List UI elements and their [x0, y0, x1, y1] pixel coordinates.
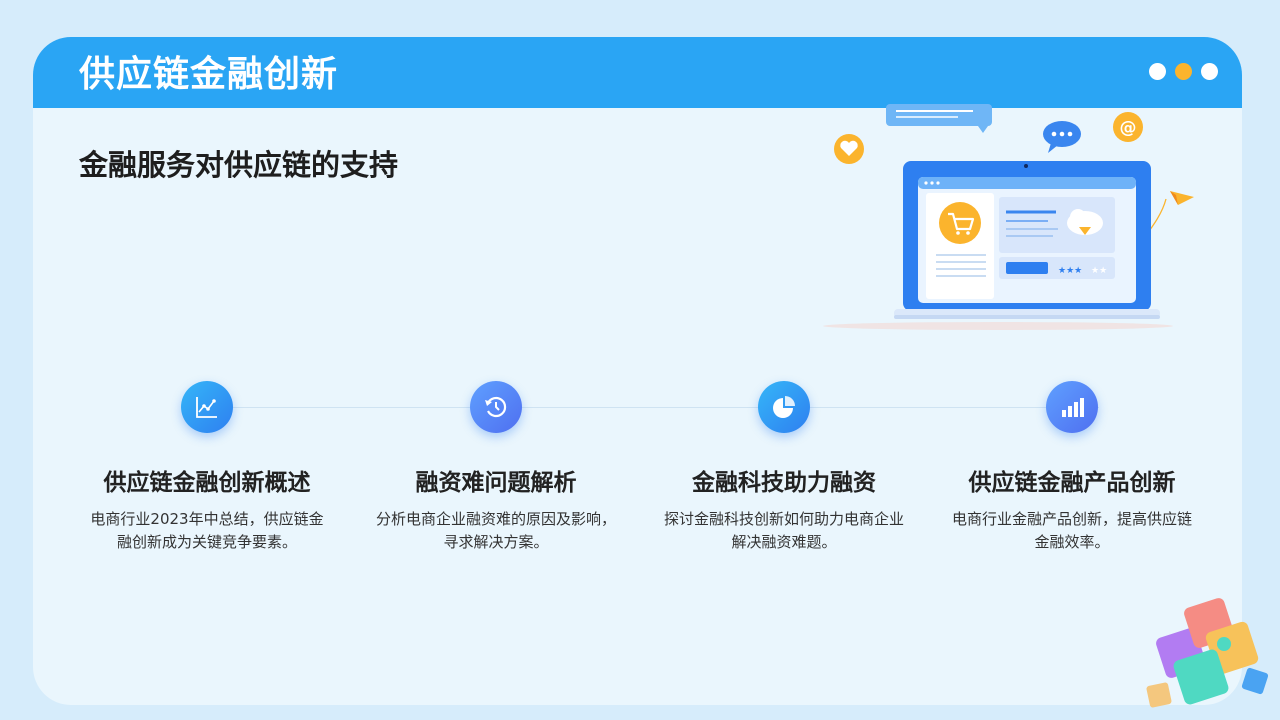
step-description: 分析电商企业融资难的原因及影响，寻求解决方案。 — [375, 509, 616, 551]
slide-card: 供应链金融创新 金融服务对供应链的支持 @ ★★★ ★★ 供应链金融创新概述 电… — [33, 37, 1242, 705]
dot-white-left — [1149, 63, 1166, 80]
history-icon — [470, 381, 522, 433]
step-description: 探讨金融科技创新如何助力电商企业解决融资难题。 — [663, 509, 904, 551]
header-bar: 供应链金融创新 — [33, 37, 1242, 108]
step-title: 供应链金融创新概述 — [103, 470, 311, 496]
section-subtitle: 金融服务对供应链的支持 — [79, 148, 399, 182]
chat-bubble-icon — [886, 104, 992, 133]
step-financing-problems: 融资难问题解析 分析电商企业融资难的原因及影响，寻求解决方案。 — [366, 381, 626, 554]
at-badge-icon: @ — [1113, 112, 1143, 142]
dot-white-right — [1201, 63, 1218, 80]
cart-icon — [939, 202, 981, 244]
step-title: 金融科技助力融资 — [692, 470, 876, 496]
step-product-innovation: 供应链金融产品创新 电商行业金融产品创新，提高供应链金融效率。 — [942, 381, 1202, 554]
heart-icon — [834, 134, 864, 164]
dot-orange — [1175, 63, 1192, 80]
svg-text:@: @ — [1120, 118, 1137, 138]
step-description: 电商行业2023年中总结，供应链金融创新成为关键竞争要素。 — [90, 509, 324, 551]
laptop-illustration: @ ★★★ ★★ — [823, 104, 1194, 330]
puzzle-cube-illustration — [1146, 598, 1269, 708]
step-title: 融资难问题解析 — [415, 470, 577, 496]
line-chart-icon — [181, 381, 233, 433]
step-description: 电商行业金融产品创新，提高供应链金融效率。 — [951, 509, 1192, 551]
pie-chart-icon — [758, 381, 810, 433]
message-dots-icon — [1043, 121, 1081, 153]
window-dots — [1149, 63, 1218, 80]
bar-chart-icon — [1046, 381, 1098, 433]
step-overview: 供应链金融创新概述 电商行业2023年中总结，供应链金融创新成为关键竞争要素。 — [77, 381, 337, 554]
step-title: 供应链金融产品创新 — [968, 470, 1176, 496]
step-fintech: 金融科技助力融资 探讨金融科技创新如何助力电商企业解决融资难题。 — [654, 381, 914, 554]
svg-text:★★★: ★★★ — [1058, 266, 1082, 276]
svg-text:★★: ★★ — [1091, 266, 1107, 276]
page-title: 供应链金融创新 — [79, 54, 339, 95]
